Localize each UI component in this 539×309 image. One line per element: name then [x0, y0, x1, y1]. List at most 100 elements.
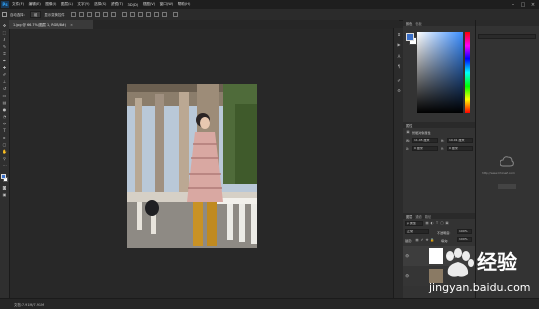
channels-panel-tab[interactable]: 通道 — [415, 214, 421, 219]
align-left-icon[interactable] — [94, 12, 100, 17]
height-field[interactable]: 19.01 厘米 — [447, 138, 473, 143]
layer-visibility-icon[interactable]: 👁 — [405, 254, 409, 258]
quick-select-tool-icon[interactable]: ✎ — [2, 44, 7, 49]
document-tab-label: 1.jpg @ 66.7%(图层 1, RGB/8#) — [13, 23, 67, 27]
fill-label: 填充: — [441, 239, 449, 243]
history-brush-tool-icon[interactable]: ↺ — [2, 86, 7, 91]
dodge-tool-icon[interactable]: ◔ — [2, 114, 7, 119]
menu-window[interactable]: 窗口(W) — [160, 2, 174, 7]
filter-type-icon[interactable]: T — [435, 221, 439, 225]
menu-filter[interactable]: 滤镜(T) — [111, 2, 123, 7]
distribute-top-icon[interactable] — [121, 12, 127, 17]
libraries-button[interactable] — [498, 184, 516, 189]
menu-3d[interactable]: 3D(D) — [128, 3, 139, 7]
show-transform-controls-checkbox[interactable]: 显示变换控件 — [44, 12, 64, 17]
hue-slider[interactable] — [465, 32, 470, 113]
quick-mask-icon[interactable]: ◙ — [2, 185, 7, 190]
character-panel-icon[interactable]: A — [396, 54, 402, 60]
layer-kind-filter[interactable]: ρ 类型 — [405, 221, 423, 226]
color-picker-field[interactable] — [417, 32, 463, 113]
watermark-brand-text: 经验 — [477, 250, 517, 274]
eyedropper-tool-icon[interactable]: ✒ — [2, 58, 7, 63]
libraries-dropdown[interactable] — [478, 34, 536, 39]
screen-mode-icon[interactable]: ▣ — [2, 192, 7, 197]
menu-layer[interactable]: 图层(L) — [61, 2, 73, 7]
crop-tool-icon[interactable]: ⌗ — [2, 51, 7, 56]
color-panel-tab[interactable]: 颜色 — [406, 21, 412, 26]
panel-foreground-swatch[interactable] — [406, 33, 414, 41]
move-tool-icon[interactable]: ✥ — [2, 23, 7, 28]
menu-select[interactable]: 选择(S) — [94, 2, 106, 7]
layers-panel-header: 图层 通道 路径 — [403, 213, 475, 219]
minimize-icon[interactable]: – — [508, 0, 518, 9]
menu-image[interactable]: 图像(I) — [45, 2, 56, 7]
x-field[interactable]: 0 厘米 — [412, 146, 438, 151]
pen-tool-icon[interactable]: ✑ — [2, 121, 7, 126]
distribute-vcenter-icon[interactable] — [129, 12, 135, 17]
paths-panel-tab[interactable]: 路径 — [425, 214, 431, 219]
gradient-tool-icon[interactable]: ▤ — [2, 100, 7, 105]
type-tool-icon[interactable]: T — [2, 128, 7, 133]
swatches-panel-tab[interactable]: 色板 — [415, 21, 421, 26]
auto-select-target-dropdown[interactable]: 组 — [29, 11, 42, 18]
hand-tool-icon[interactable]: ✋ — [2, 149, 7, 154]
shape-tool-icon[interactable]: ▢ — [2, 142, 7, 147]
healing-brush-tool-icon[interactable]: ✚ — [2, 65, 7, 70]
layer-visibility-icon[interactable]: 👁 — [405, 274, 409, 278]
menu-edit[interactable]: 编辑(E) — [29, 2, 41, 7]
blur-tool-icon[interactable]: ● — [2, 107, 7, 112]
actions-panel-icon[interactable]: ▶ — [396, 42, 402, 48]
lock-all-icon[interactable]: 🔒 — [430, 238, 434, 242]
foreground-color-swatch[interactable] — [1, 174, 6, 179]
marquee-tool-icon[interactable]: ⬚ — [2, 30, 7, 35]
auto-select-label[interactable]: 自动选择： — [10, 12, 27, 17]
menu-view[interactable]: 视图(V) — [143, 2, 155, 7]
width-field[interactable]: 11.45 厘米 — [412, 138, 438, 143]
fill-field[interactable]: 100% — [457, 237, 472, 242]
lasso-tool-icon[interactable]: ℓ — [2, 37, 7, 42]
align-hcenter-icon[interactable] — [102, 12, 108, 17]
tools-panel: ✥ ⬚ ℓ ✎ ⌗ ✒ ✚ ✐ ⊥ ↺ ▭ ▤ ● ◔ ✑ T ▸ ▢ ✋ ⚲ … — [0, 20, 10, 298]
eraser-tool-icon[interactable]: ▭ — [2, 93, 7, 98]
distribute-right-icon[interactable] — [161, 12, 167, 17]
filter-shape-icon[interactable]: ▢ — [440, 221, 444, 225]
align-top-icon[interactable] — [70, 12, 76, 17]
lock-image-icon[interactable]: ✐ — [420, 238, 424, 242]
align-vcenter-icon[interactable] — [78, 12, 84, 17]
path-select-tool-icon[interactable]: ▸ — [2, 135, 7, 140]
more-tools-icon[interactable]: ⋯ — [2, 163, 7, 168]
document-tab[interactable]: 1.jpg @ 66.7%(图层 1, RGB/8#) × — [9, 20, 93, 29]
menu-help[interactable]: 帮助(H) — [178, 2, 191, 7]
properties-panel-tab[interactable]: 属性 — [406, 123, 412, 128]
close-icon[interactable]: × — [528, 0, 538, 9]
clone-stamp-tool-icon[interactable]: ⊥ — [2, 79, 7, 84]
align-bottom-icon[interactable] — [86, 12, 92, 17]
filter-pixel-icon[interactable]: ▦ — [425, 221, 429, 225]
menu-type[interactable]: 文字(Y) — [77, 2, 89, 7]
y-field[interactable]: 0 厘米 — [447, 146, 473, 151]
lock-position-icon[interactable]: ✥ — [425, 238, 429, 242]
brush-tool-icon[interactable]: ✐ — [2, 72, 7, 77]
history-panel-icon[interactable]: ⧗ — [396, 32, 402, 38]
zoom-tool-icon[interactable]: ⚲ — [2, 156, 7, 161]
brush-presets-panel-icon[interactable]: ✐ — [396, 78, 402, 84]
photo-illustration — [127, 84, 257, 248]
document-tab-close-icon[interactable]: × — [70, 23, 73, 27]
distribute-hcenter-icon[interactable] — [153, 12, 159, 17]
auto-align-layers-icon[interactable] — [172, 12, 178, 17]
lock-transparent-icon[interactable]: ▦ — [415, 238, 419, 242]
maximize-icon[interactable]: □ — [518, 0, 528, 9]
paragraph-panel-icon[interactable]: ¶ — [396, 64, 402, 70]
menu-file[interactable]: 文件(F) — [12, 2, 24, 7]
document-image[interactable] — [127, 84, 257, 248]
opacity-field[interactable]: 100% — [457, 229, 472, 234]
layers-panel-tab[interactable]: 图层 — [406, 214, 412, 219]
distribute-left-icon[interactable] — [145, 12, 151, 17]
align-right-icon[interactable] — [110, 12, 116, 17]
move-tool-preset-icon[interactable] — [2, 12, 7, 17]
distribute-bottom-icon[interactable] — [137, 12, 143, 17]
blend-mode-dropdown[interactable]: 正常 — [405, 229, 429, 234]
tool-presets-panel-icon[interactable]: ⚙ — [396, 88, 402, 94]
filter-smart-object-icon[interactable]: ▣ — [445, 221, 449, 225]
filter-adjustment-icon[interactable]: ◐ — [430, 221, 434, 225]
